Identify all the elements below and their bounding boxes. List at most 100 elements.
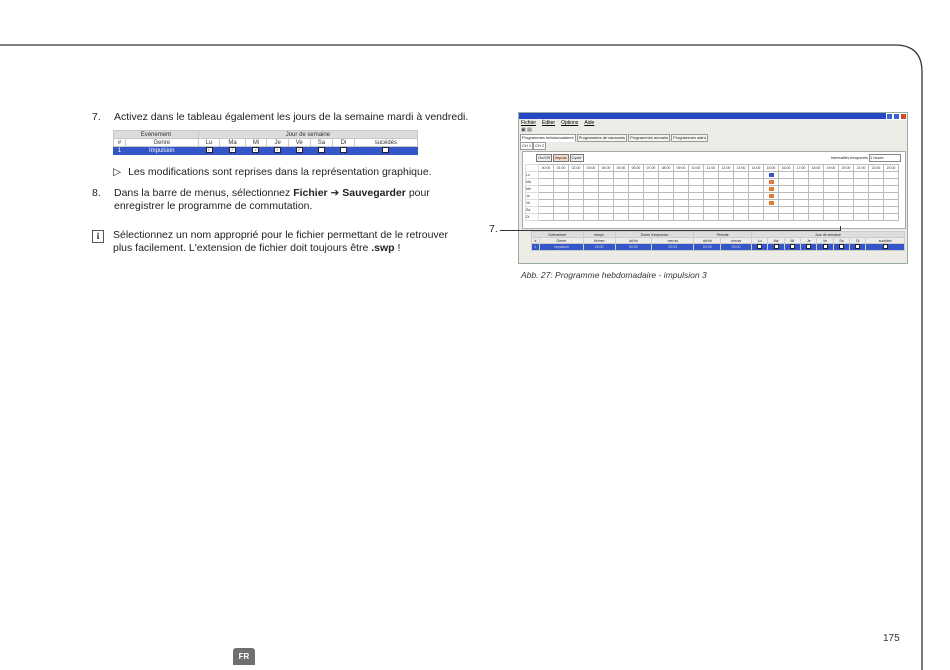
grid-cell[interactable]	[793, 171, 809, 179]
event-row[interactable]: 1 Impulsion 15:00 00:00 00:03 00:00 00:00	[530, 243, 905, 251]
grid-cell[interactable]	[598, 206, 614, 214]
grid-cell[interactable]	[643, 213, 659, 221]
grid-cell[interactable]	[583, 213, 599, 221]
grid-cell[interactable]	[703, 178, 719, 186]
grid-cell[interactable]	[703, 199, 719, 207]
grid-cell[interactable]	[868, 171, 884, 179]
grid-cell[interactable]	[883, 178, 899, 186]
grid-cell[interactable]	[628, 192, 644, 200]
grid-cell[interactable]	[538, 213, 554, 221]
grid-cell[interactable]	[628, 199, 644, 207]
grid-cell[interactable]	[553, 199, 569, 207]
grid-cell[interactable]	[763, 199, 779, 207]
grid-cell[interactable]	[598, 213, 614, 221]
grid-cell[interactable]	[613, 206, 629, 214]
grid-cell[interactable]	[583, 206, 599, 214]
day-checkbox[interactable]	[882, 244, 888, 249]
grid-cell[interactable]	[538, 171, 554, 179]
grid-cell[interactable]	[553, 171, 569, 179]
grid-cell[interactable]	[778, 171, 794, 179]
grid-cell[interactable]	[598, 185, 614, 193]
grid-cell[interactable]	[778, 185, 794, 193]
grid-cell[interactable]	[793, 178, 809, 186]
grid-cell[interactable]	[628, 178, 644, 186]
grid-cell[interactable]	[853, 171, 869, 179]
grid-cell[interactable]	[733, 185, 749, 193]
grid-cell[interactable]	[838, 171, 854, 179]
grid-cell[interactable]	[808, 178, 824, 186]
grid-cell[interactable]	[778, 199, 794, 207]
grid-cell[interactable]	[688, 185, 704, 193]
grid-cell[interactable]	[643, 192, 659, 200]
grid-cell[interactable]	[853, 213, 869, 221]
day-checkbox[interactable]: ✓	[295, 147, 303, 154]
grid-cell[interactable]	[583, 192, 599, 200]
day-checkbox[interactable]	[789, 244, 795, 249]
grid-cell[interactable]	[688, 178, 704, 186]
grid-cell[interactable]	[598, 178, 614, 186]
grid-cell[interactable]	[838, 192, 854, 200]
grid-cell[interactable]	[763, 213, 779, 221]
program-tab[interactable]: Programmes annuels	[628, 134, 671, 142]
impulse-event-icon[interactable]	[768, 200, 774, 205]
day-checkbox[interactable]	[838, 244, 844, 249]
grid-cell[interactable]	[733, 206, 749, 214]
grid-cell[interactable]	[718, 178, 734, 186]
grid-cell[interactable]	[853, 199, 869, 207]
grid-cell[interactable]	[688, 213, 704, 221]
grid-cell[interactable]	[658, 185, 674, 193]
grid-cell[interactable]	[673, 171, 689, 179]
grid-cell[interactable]	[808, 206, 824, 214]
grid-cell[interactable]	[568, 178, 584, 186]
grid-cell[interactable]	[868, 178, 884, 186]
grid-cell[interactable]	[673, 178, 689, 186]
day-checkbox[interactable]: ✓	[252, 147, 260, 154]
day-checkbox[interactable]	[757, 244, 763, 249]
grid-cell[interactable]	[628, 171, 644, 179]
grid-cell[interactable]	[868, 206, 884, 214]
grid-cell[interactable]	[838, 213, 854, 221]
grid-cell[interactable]	[823, 171, 839, 179]
grid-cell[interactable]	[673, 206, 689, 214]
grid-cell[interactable]	[793, 192, 809, 200]
grid-cell[interactable]	[883, 185, 899, 193]
grid-cell[interactable]	[808, 213, 824, 221]
grid-cell[interactable]	[823, 192, 839, 200]
grid-cell[interactable]	[778, 213, 794, 221]
grid-cell[interactable]	[838, 178, 854, 186]
grid-cell[interactable]	[748, 171, 764, 179]
mode-button[interactable]: Impuls	[552, 154, 569, 162]
grid-cell[interactable]	[718, 206, 734, 214]
grid-cell[interactable]	[733, 199, 749, 207]
channel-tab[interactable]: CH 1	[520, 142, 534, 150]
grid-cell[interactable]	[538, 199, 554, 207]
grid-cell[interactable]	[538, 178, 554, 186]
grid-cell[interactable]	[853, 206, 869, 214]
grid-cell[interactable]	[553, 178, 569, 186]
grid-cell[interactable]	[613, 185, 629, 193]
grid-cell[interactable]	[598, 199, 614, 207]
grid-cell[interactable]	[763, 185, 779, 193]
grid-cell[interactable]	[553, 185, 569, 193]
mode-button[interactable]: On/Off	[536, 154, 552, 162]
grid-cell[interactable]	[703, 192, 719, 200]
day-checkbox[interactable]	[822, 244, 828, 249]
grid-cell[interactable]	[688, 192, 704, 200]
menu-item[interactable]: Options	[561, 120, 578, 126]
impulse-event-icon[interactable]	[768, 193, 774, 198]
mode-button[interactable]: Cycle	[569, 154, 584, 162]
grid-cell[interactable]	[568, 192, 584, 200]
menu-item[interactable]: Éditer	[542, 120, 555, 126]
grid-cell[interactable]	[538, 206, 554, 214]
grid-cell[interactable]	[853, 178, 869, 186]
grid-cell[interactable]	[793, 213, 809, 221]
grid-cell[interactable]	[748, 185, 764, 193]
grid-cell[interactable]	[628, 185, 644, 193]
grid-cell[interactable]	[673, 192, 689, 200]
grid-cell[interactable]	[688, 171, 704, 179]
grid-cell[interactable]	[733, 178, 749, 186]
grid-cell[interactable]	[838, 199, 854, 207]
grid-cell[interactable]	[853, 185, 869, 193]
grid-cell[interactable]	[598, 192, 614, 200]
day-checkbox[interactable]: ✓	[274, 147, 282, 154]
